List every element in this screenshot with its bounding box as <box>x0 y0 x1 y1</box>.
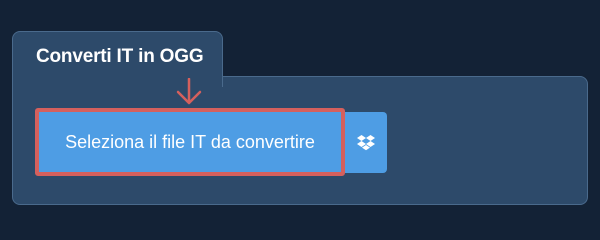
select-file-label: Seleziona il file IT da convertire <box>65 131 315 152</box>
tab-title: Converti IT in OGG <box>36 46 204 67</box>
dropbox-icon <box>357 134 375 150</box>
select-file-button[interactable]: Seleziona il file IT da convertire <box>35 108 345 176</box>
dropbox-button[interactable] <box>345 112 387 173</box>
arrow-down-icon <box>176 78 202 105</box>
